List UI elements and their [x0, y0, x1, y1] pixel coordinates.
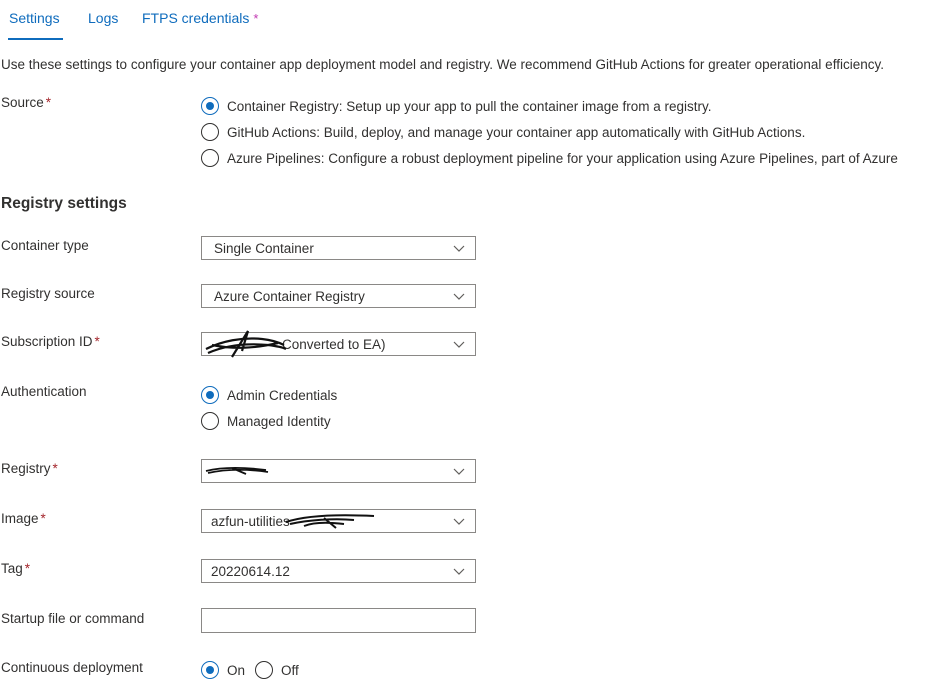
- cd-option-off[interactable]: Off: [255, 661, 299, 679]
- tab-ftps-label: FTPS credentials: [142, 10, 250, 26]
- radio-unselected-icon[interactable]: [255, 661, 273, 679]
- required-marker: *: [24, 561, 31, 576]
- required-marker: *: [94, 334, 100, 349]
- chevron-down-icon: [453, 245, 465, 252]
- dropdown-value: 20220614.12: [211, 564, 290, 579]
- registry-label: Registry *: [1, 461, 58, 476]
- tag-dropdown[interactable]: 20220614.12: [201, 559, 476, 583]
- source-option-github-actions[interactable]: GitHub Actions: Build, deploy, and manag…: [201, 123, 805, 141]
- chevron-down-icon: [453, 568, 465, 575]
- radio-unselected-icon[interactable]: [201, 412, 219, 430]
- source-option-container-registry[interactable]: Container Registry: Setup up your app to…: [201, 97, 712, 115]
- radio-label: Off: [281, 662, 299, 678]
- radio-label: Container Registry: Setup up your app to…: [227, 98, 712, 114]
- image-dropdown[interactable]: azfun-utilities: [201, 509, 476, 533]
- registry-label-text: Registry: [1, 461, 51, 476]
- redaction-scribble: [205, 330, 287, 358]
- redaction-scribble: [285, 514, 375, 529]
- continuous-deployment-label: Continuous deployment: [1, 660, 143, 675]
- radio-label: Managed Identity: [227, 413, 331, 429]
- tag-label-text: Tag: [1, 561, 23, 576]
- registry-dropdown[interactable]: [201, 459, 476, 483]
- subscription-dropdown[interactable]: Converted to EA): [201, 330, 476, 358]
- radio-label: On: [227, 662, 246, 678]
- radio-selected-icon[interactable]: [201, 661, 219, 679]
- radio-unselected-icon[interactable]: [201, 149, 219, 167]
- radio-label: GitHub Actions: Build, deploy, and manag…: [227, 124, 806, 140]
- intro-text: Use these settings to configure your con…: [1, 57, 884, 72]
- tab-settings[interactable]: Settings: [9, 10, 60, 26]
- registry-source-dropdown[interactable]: Azure Container Registry: [201, 284, 476, 308]
- auth-option-managed-identity[interactable]: Managed Identity: [201, 412, 331, 430]
- image-label-text: Image: [1, 511, 39, 526]
- container-type-label: Container type: [1, 238, 89, 253]
- source-label: Source *: [1, 95, 51, 110]
- tab-logs[interactable]: Logs: [88, 10, 118, 26]
- unsaved-changes-marker: *: [253, 11, 259, 26]
- container-type-dropdown[interactable]: Single Container: [201, 236, 476, 260]
- subscription-label: Subscription ID *: [1, 334, 100, 349]
- tag-label: Tag *: [1, 561, 30, 576]
- radio-selected-icon[interactable]: [201, 97, 219, 115]
- chevron-down-icon: [453, 293, 465, 300]
- source-option-azure-pipelines[interactable]: Azure Pipelines: Configure a robust depl…: [201, 149, 898, 167]
- required-marker: *: [40, 511, 46, 526]
- startup-command-input[interactable]: [201, 608, 476, 633]
- radio-label: Admin Credentials: [227, 387, 338, 403]
- subscription-label-text: Subscription ID: [1, 334, 93, 349]
- active-tab-indicator: [8, 38, 63, 40]
- image-label: Image *: [1, 511, 46, 526]
- source-label-text: Source: [1, 95, 44, 110]
- dropdown-value: Azure Container Registry: [214, 289, 365, 304]
- radio-label: Azure Pipelines: Configure a robust depl…: [227, 150, 898, 166]
- required-marker: *: [52, 461, 58, 476]
- cd-option-on[interactable]: On: [201, 661, 245, 679]
- chevron-down-icon: [453, 518, 465, 525]
- registry-settings-heading: Registry settings: [1, 195, 127, 212]
- redaction-scribble: [205, 466, 269, 475]
- radio-selected-icon[interactable]: [201, 386, 219, 404]
- tab-ftps-credentials[interactable]: FTPS credentials *: [142, 10, 258, 26]
- dropdown-value: azfun-utilities: [211, 514, 290, 529]
- radio-unselected-icon[interactable]: [201, 123, 219, 141]
- chevron-down-icon: [453, 341, 465, 348]
- startup-command-label: Startup file or command: [1, 611, 145, 626]
- authentication-label: Authentication: [1, 384, 87, 399]
- registry-source-label: Registry source: [1, 286, 95, 301]
- auth-option-admin-credentials[interactable]: Admin Credentials: [201, 386, 337, 404]
- required-marker: *: [45, 95, 52, 110]
- chevron-down-icon: [453, 468, 465, 475]
- dropdown-value: Single Container: [214, 241, 314, 256]
